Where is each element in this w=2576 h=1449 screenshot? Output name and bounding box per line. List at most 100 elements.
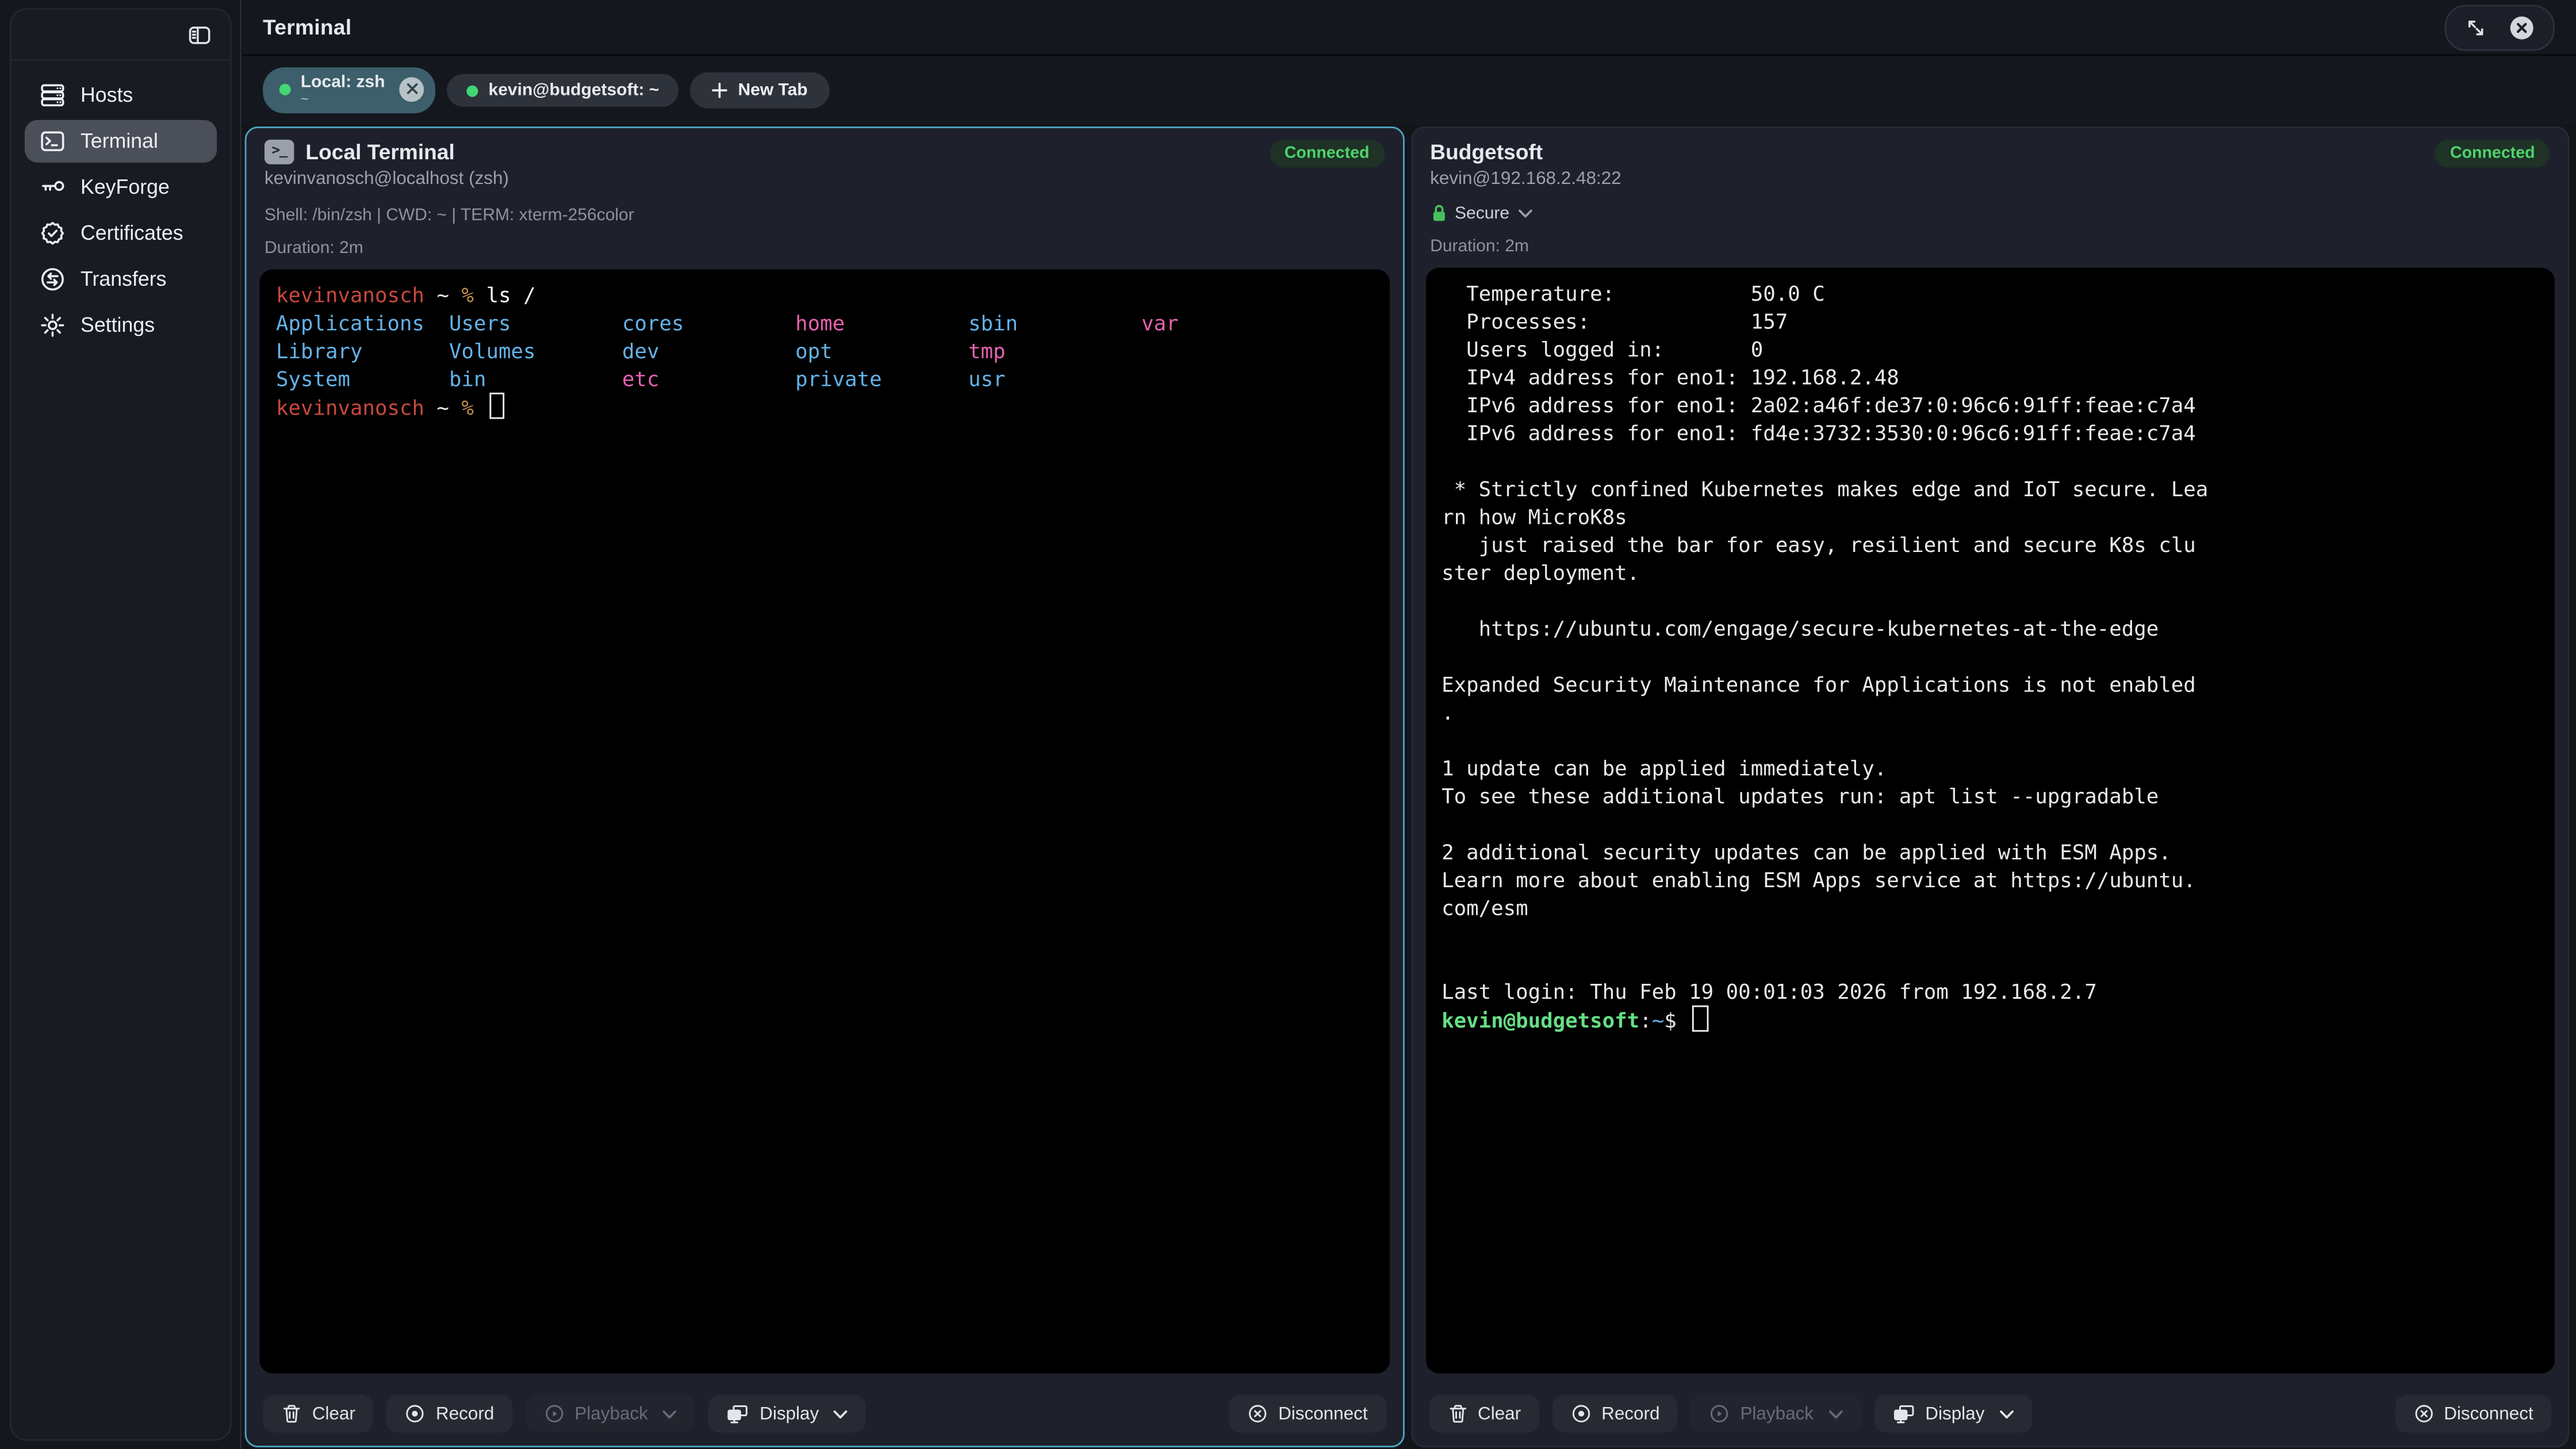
terminal-line: IPv6 address for eno1: fd4e:3732:3530:0:… — [1442, 419, 2538, 447]
trash-icon — [281, 1403, 302, 1424]
clear-button[interactable]: Clear — [263, 1395, 373, 1433]
record-label: Record — [1601, 1404, 1659, 1423]
sidebar-item-hosts[interactable]: Hosts — [25, 74, 217, 117]
clear-label: Clear — [1478, 1404, 1521, 1423]
terminal-line: kevinvanosch ~ % — [276, 393, 1373, 421]
tab-remote-budgetsoft[interactable]: kevin@budgetsoft: ~ — [447, 74, 679, 107]
play-icon — [1709, 1403, 1730, 1424]
chevron-down-icon — [1999, 1409, 2014, 1419]
terminal-line: com/esm — [1442, 894, 2538, 922]
tab-status-dot — [467, 85, 478, 96]
chevron-down-icon — [663, 1409, 678, 1419]
remote-pane-toolbar: Clear Record Playback — [1412, 1386, 2568, 1446]
tab-close-icon — [405, 83, 419, 96]
disconnect-icon — [2413, 1403, 2434, 1424]
sidebar-item-settings[interactable]: Settings — [25, 304, 217, 347]
terminal-line: ster deployment. — [1442, 558, 2538, 586]
local-terminal-screen[interactable]: kevinvanosch ~ % ls /Applications Users … — [259, 270, 1389, 1374]
window-controls — [2444, 4, 2554, 50]
trash-icon — [1447, 1403, 1468, 1424]
terminal-line: * Strictly confined Kubernetes makes edg… — [1442, 475, 2538, 503]
terminal-line: Last login: Thu Feb 19 00:01:03 2026 fro… — [1442, 977, 2538, 1006]
local-pane-meta: Shell: /bin/zsh | CWD: ~ | TERM: xterm-2… — [264, 205, 634, 225]
chevron-down-icon — [834, 1409, 849, 1419]
sidebar-item-certificates[interactable]: Certificates — [25, 212, 217, 255]
security-dropdown[interactable]: Secure — [1430, 204, 1621, 223]
local-terminal-pane: >_ Local Terminal kevinvanosch@localhost… — [245, 126, 1404, 1447]
playback-button[interactable]: Playback — [526, 1395, 696, 1433]
local-pane-duration: Duration: 2m — [264, 238, 634, 258]
new-tab-label: New Tab — [738, 80, 807, 100]
sidebar-item-label: Terminal — [80, 130, 158, 153]
record-icon — [1570, 1403, 1592, 1424]
terminal-line: . — [1442, 698, 2538, 726]
clear-button[interactable]: Clear — [1428, 1395, 1539, 1433]
transfer-arrows-icon — [40, 266, 66, 293]
record-button[interactable]: Record — [1552, 1395, 1677, 1433]
expand-button[interactable] — [2461, 12, 2490, 41]
sidebar-item-label: Settings — [80, 314, 155, 337]
security-label: Secure — [1455, 204, 1509, 223]
terminal-line — [1442, 726, 2538, 754]
remote-pane-duration: Duration: 2m — [1430, 236, 1621, 256]
new-tab-button[interactable]: New Tab — [691, 72, 829, 109]
sidebar-panel: Hosts Terminal KeyForge — [10, 8, 232, 1440]
local-pane-header-info: >_ Local Terminal kevinvanosch@localhost… — [264, 140, 634, 258]
tab-local-zsh[interactable]: Local: zsh ~ — [263, 67, 436, 114]
chevron-down-icon — [1828, 1409, 1843, 1419]
sidebar: Hosts Terminal KeyForge — [0, 0, 241, 1449]
seal-check-icon — [40, 220, 66, 247]
display-button[interactable]: Display — [1874, 1395, 2033, 1433]
disconnect-button[interactable]: Disconnect — [2395, 1395, 2552, 1433]
close-window-button[interactable] — [2505, 11, 2538, 44]
record-button[interactable]: Record — [386, 1395, 512, 1433]
terminal-line: just raised the bar for easy, resilient … — [1442, 531, 2538, 559]
terminal-cursor — [1692, 1006, 1708, 1032]
main-area: Terminal — [241, 0, 2576, 1449]
local-pane-header: >_ Local Terminal kevinvanosch@localhost… — [247, 128, 1402, 266]
sidebar-toggle-button[interactable] — [184, 19, 215, 50]
disconnect-label: Disconnect — [2444, 1404, 2533, 1423]
tab-title: kevin@budgetsoft: ~ — [489, 80, 660, 100]
status-badge: Connected — [2435, 140, 2550, 168]
expand-icon — [2464, 16, 2487, 39]
sidebar-item-label: KeyForge — [80, 176, 170, 199]
terminal-line — [1442, 586, 2538, 615]
terminal-line — [1442, 922, 2538, 950]
remote-terminal-screen[interactable]: Temperature: 50.0 C Processes: 157 Users… — [1425, 268, 2555, 1374]
disconnect-label: Disconnect — [1278, 1404, 1367, 1423]
titlebar: Terminal — [241, 0, 2576, 56]
terminal-line: IPv6 address for eno1: 2a02:a46f:de37:0:… — [1442, 391, 2538, 419]
record-label: Record — [436, 1404, 494, 1423]
playback-label: Playback — [1740, 1404, 1814, 1423]
terminal-line: 2 additional security updates can be app… — [1442, 838, 2538, 866]
tab-close-button[interactable] — [400, 77, 424, 102]
terminal-line: Applications Users cores home sbin var — [276, 309, 1373, 337]
playback-button[interactable]: Playback — [1691, 1395, 1861, 1433]
disconnect-button[interactable]: Disconnect — [1229, 1395, 1386, 1433]
terminal-line: 1 update can be applied immediately. — [1442, 754, 2538, 782]
display-button[interactable]: Display — [709, 1395, 867, 1433]
display-icon — [727, 1402, 750, 1425]
lock-icon — [1430, 204, 1447, 223]
status-badge: Connected — [1270, 140, 1384, 168]
remote-pane-header-info: Budgetsoft kevin@192.168.2.48:22 Secure … — [1430, 140, 1621, 256]
terminal-line — [1442, 447, 2538, 475]
terminal-cursor — [489, 393, 505, 419]
terminal-line: https://ubuntu.com/engage/secure-kuberne… — [1442, 615, 2538, 643]
sidebar-item-label: Certificates — [80, 222, 183, 245]
sidebar-item-terminal[interactable]: Terminal — [25, 120, 217, 163]
tab-status-dot — [279, 84, 291, 95]
terminal-line: Learn more about enabling ESM Apps servi… — [1442, 866, 2538, 894]
remote-pane-subtitle: kevin@192.168.2.48:22 — [1430, 169, 1621, 189]
panel-left-icon — [187, 22, 212, 47]
terminal-line: Expanded Security Maintenance for Applic… — [1442, 670, 2538, 699]
sidebar-item-keyforge[interactable]: KeyForge — [25, 166, 217, 209]
close-icon — [2509, 14, 2535, 40]
sidebar-item-transfers[interactable]: Transfers — [25, 258, 217, 301]
remote-pane-title: Budgetsoft — [1430, 140, 1543, 164]
sidebar-header — [12, 10, 230, 61]
gear-icon — [40, 312, 66, 339]
tab-title: Local: zsh — [301, 72, 385, 91]
terminal-line: System bin etc private usr — [276, 365, 1373, 393]
